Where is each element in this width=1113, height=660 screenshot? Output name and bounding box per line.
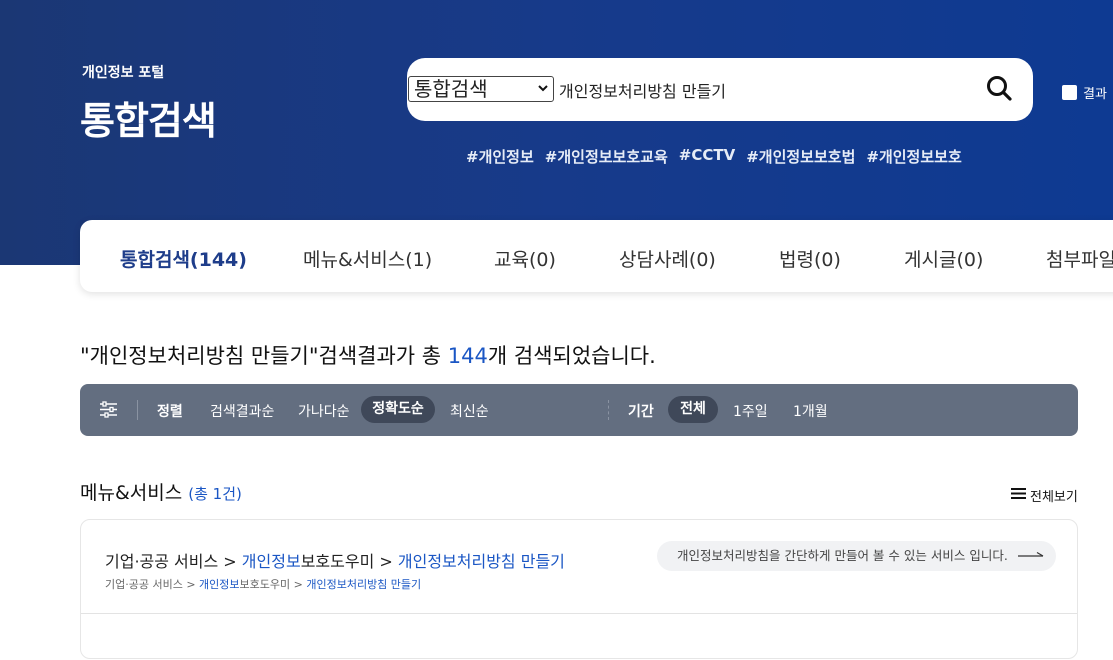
breadcrumb-text: 보호도우미 > [300,552,398,571]
breadcrumb-text: 기업·공공 서비스 > [105,552,242,571]
tab-law[interactable]: 법령(0) [779,245,841,272]
filter-bar: 정렬 검색결과순 가나다순 정확도순 최신순 기간 전체 1주일 1개월 [80,384,1078,436]
path-text: 기업·공공 서비스 > [105,578,200,591]
page-title: 통합검색 [80,99,217,143]
view-all-button[interactable]: 전체보기 [1011,486,1078,505]
path-text: 보호도우미 > [239,578,307,591]
result-path: 기업·공공 서비스 > 개인정보보호도우미 > 개인정보처리방침 만들기 [105,576,421,592]
tab-education[interactable]: 교육(0) [494,245,556,272]
section-count: (총 1건) [188,485,242,503]
tag-link[interactable]: #CCTV [679,146,735,167]
result-within-checkbox[interactable] [1062,85,1077,100]
tab-posts[interactable]: 게시글(0) [904,245,983,272]
period-option-all[interactable]: 전체 [668,396,718,423]
sort-option-accuracy[interactable]: 정확도순 [361,396,435,423]
menu-icon [1011,487,1026,504]
search-scope-select[interactable]: 통합검색 [408,76,554,102]
chevron-down-icon [538,78,548,106]
summary-query: "개인정보처리방침 만들기" [80,344,319,368]
sort-label: 정렬 [157,404,183,420]
sort-option-relevance[interactable]: 검색결과순 [210,401,274,421]
sliders-icon[interactable] [99,400,118,423]
summary-count: 144 [447,344,488,368]
breadcrumb-highlight: 개인정보 [241,552,301,571]
search-button[interactable] [985,74,1015,104]
tab-menu-service[interactable]: 메뉴&서비스(1) [303,245,432,272]
tab-all[interactable]: 통합검색(144) [120,245,247,272]
result-title-link[interactable]: 개인정보처리방침 만들기 [398,552,565,571]
section-title-text: 메뉴&서비스 [80,482,183,504]
category-tabs: 통합검색(144) 메뉴&서비스(1) 교육(0) 상담사례(0) 법령(0) … [80,220,1113,292]
divider [608,400,609,420]
sort-option-latest[interactable]: 최신순 [450,401,489,421]
period-option-week[interactable]: 1주일 [733,401,768,421]
portal-label: 개인정보 포털 [82,65,165,81]
result-description: 개인정보처리방침을 간단하게 만들어 볼 수 있는 서비스 입니다. [677,548,1008,563]
result-summary: "개인정보처리방침 만들기"검색결과가 총 144개 검색되었습니다. [80,340,656,370]
popular-tags: #개인정보 #개인정보보호교육 #CCTV #개인정보보호법 #개인정보보호 [466,146,962,167]
search-input[interactable] [559,78,959,102]
result-breadcrumb: 기업·공공 서비스 > 개인정보보호도우미 > 개인정보처리방침 만들기 [105,548,565,572]
sort-option-alphabetical[interactable]: 가나다순 [298,401,350,421]
tag-link[interactable]: #개인정보 [466,146,534,167]
period-option-month[interactable]: 1개월 [793,401,828,421]
section-title: 메뉴&서비스 (총 1건) [80,478,242,505]
search-scope-value: 통합검색 [414,77,488,101]
view-all-label: 전체보기 [1030,490,1078,505]
divider [137,400,138,420]
summary-text-end: 개 검색되었습니다. [487,344,656,368]
arrow-right-icon [1016,541,1046,582]
tag-link[interactable]: #개인정보보호 [866,146,961,167]
path-highlight: 개인정보처리방침 만들기 [306,578,422,591]
search-box: 통합검색 [407,58,1033,121]
path-highlight: 개인정보 [199,578,240,591]
result-within-label: 결과 [1083,87,1107,102]
tab-counsel[interactable]: 상담사례(0) [619,245,716,272]
tag-link[interactable]: #개인정보보호교육 [545,146,668,167]
card-divider [81,613,1077,614]
result-description-link[interactable]: 개인정보처리방침을 간단하게 만들어 볼 수 있는 서비스 입니다. [657,541,1056,571]
result-card: 기업·공공 서비스 > 개인정보보호도우미 > 개인정보처리방침 만들기 기업·… [80,519,1078,659]
tab-attachments[interactable]: 첨부파일 [1046,245,1113,272]
period-label: 기간 [628,404,654,420]
tag-link[interactable]: #개인정보보호법 [746,146,855,167]
summary-text: 검색결과가 총 [318,344,448,368]
search-icon [985,76,1015,108]
search-within-results[interactable]: 결과 [1062,83,1107,102]
